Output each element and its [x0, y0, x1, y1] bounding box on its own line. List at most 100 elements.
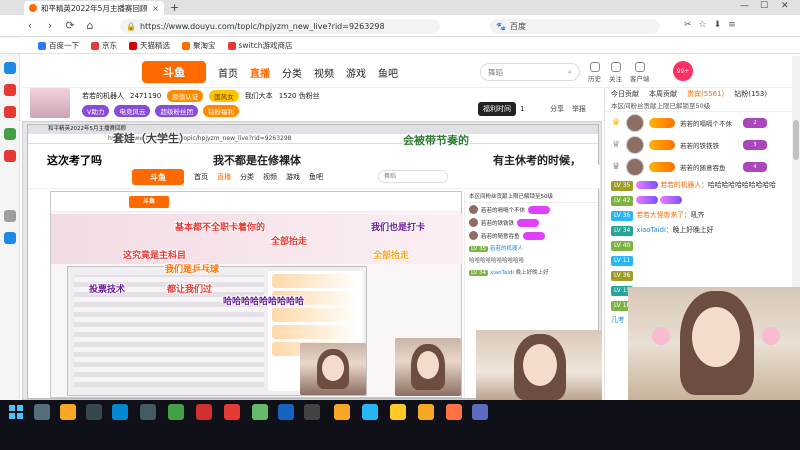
room-thumbnail[interactable]: [30, 88, 70, 118]
nested-chat-line: LV 34 xiaoTaidi 晚上好晚上好: [465, 266, 598, 278]
paw-icon: 🐾: [496, 22, 506, 31]
fan-club-pill[interactable]: 超级粉丝团: [155, 105, 198, 117]
esports-pill[interactable]: 电竞风云: [114, 105, 151, 117]
search-input[interactable]: 舞蹈 ⌕: [480, 63, 580, 81]
chat-username[interactable]: 几考: [611, 316, 625, 324]
address-bar: ‹ › ⟳ ⌂ 🔒 https://www.douyu.com/topic/hp…: [0, 15, 800, 37]
steam-icon[interactable]: [278, 404, 294, 420]
back-button[interactable]: ‹: [24, 19, 36, 32]
weibo-icon[interactable]: [4, 150, 16, 162]
video-icon[interactable]: [4, 106, 16, 118]
benefit-timer[interactable]: 福利时间 1: [478, 102, 524, 116]
apps-icon[interactable]: [4, 128, 16, 140]
rank-row[interactable]: ♛ 若若的随意吞鱼 4: [605, 156, 800, 178]
rank-row[interactable]: ♛ 若若的嗝嗝个不休 2: [605, 112, 800, 134]
webcam-overlay: [628, 287, 800, 400]
unreal-icon[interactable]: [86, 404, 102, 420]
maximize-button[interactable]: ☐: [760, 1, 768, 11]
nav-home[interactable]: 首页: [218, 65, 238, 80]
share-icon[interactable]: [4, 232, 16, 244]
bookmark-icon: [129, 41, 137, 50]
diamond-pill[interactable]: 钻粉福利: [202, 105, 239, 117]
url-field[interactable]: 🔒 https://www.douyu.com/topic/hpjyzm_new…: [120, 19, 440, 34]
history-button[interactable]: 历史: [588, 62, 601, 83]
face-shape: [692, 307, 740, 367]
nested-row: [272, 308, 359, 322]
nav-category[interactable]: 分类: [282, 65, 302, 80]
obs-icon[interactable]: [446, 404, 462, 420]
bookmark-item[interactable]: 天猫精选: [129, 40, 170, 51]
netease-icon[interactable]: [196, 404, 212, 420]
nav-video[interactable]: 视频: [314, 65, 334, 80]
edge-icon[interactable]: [112, 404, 128, 420]
vip-pill[interactable]: V助力: [82, 105, 110, 117]
search-icon[interactable]: ⌕: [568, 67, 572, 77]
level-tag: LV 11: [611, 256, 634, 266]
search-icon[interactable]: [34, 404, 50, 420]
extension-icon[interactable]: ✂: [684, 20, 692, 30]
app-icon[interactable]: [472, 404, 488, 420]
360-icon[interactable]: [252, 404, 268, 420]
folder-icon[interactable]: [390, 404, 406, 420]
history-label: 历史: [588, 75, 601, 83]
rank-badge: [517, 218, 540, 227]
follow-button[interactable]: 关注: [609, 62, 622, 83]
bookmark-item[interactable]: switch游戏商店: [227, 40, 292, 51]
tab-diamond[interactable]: 钻粉(153): [734, 88, 767, 100]
clock-icon[interactable]: [4, 62, 16, 74]
notes-icon[interactable]: [362, 404, 378, 420]
close-tab-icon[interactable]: ×: [152, 4, 159, 13]
avatar[interactable]: 99+: [673, 61, 693, 81]
close-window-button[interactable]: ✕: [781, 1, 789, 11]
settings-icon[interactable]: [4, 210, 16, 222]
download-icon[interactable]: ⬇: [714, 20, 722, 30]
nav-yuba[interactable]: 鱼吧: [378, 65, 398, 80]
nav-live[interactable]: 直播: [250, 65, 270, 80]
bookmark-icon[interactable]: ☆: [699, 20, 707, 30]
menu-icon[interactable]: ≡: [728, 20, 736, 30]
client-button[interactable]: 客户端: [630, 62, 650, 83]
tab-vip[interactable]: 贵宾(5561): [687, 88, 724, 100]
home-button[interactable]: ⌂: [84, 19, 96, 32]
chat-username[interactable]: 若若大怪兽来了: [636, 211, 684, 219]
rank-row[interactable]: ♛ 若若的铁铁铁 3: [605, 134, 800, 156]
url-text: https://www.douyu.com/topic/hpjyzm_new_l…: [139, 22, 385, 31]
toolbar-icons: ✂ ☆ ⬇ ≡: [684, 20, 736, 30]
wechat-icon[interactable]: [168, 404, 184, 420]
left-dock: [0, 0, 20, 400]
scrollbar-thumb[interactable]: [793, 120, 799, 160]
weibo-icon[interactable]: [4, 84, 16, 96]
reload-button[interactable]: ⟳: [64, 19, 76, 32]
browser-tab[interactable]: 和平精英2022年5月主播赛回顾 ×: [24, 1, 164, 15]
game-icon[interactable]: [334, 404, 350, 420]
tab-today[interactable]: 今日贡献: [611, 88, 639, 100]
g-app-icon[interactable]: [304, 404, 320, 420]
tab-week[interactable]: 本周贡献: [649, 88, 677, 100]
anchor-name[interactable]: 若若的机器人: [82, 91, 124, 101]
windows-start-icon[interactable]: [8, 404, 24, 420]
search-engine-box[interactable]: 🐾 百度: [490, 19, 660, 34]
channel-label[interactable]: 我们大本: [245, 91, 273, 101]
new-tab-button[interactable]: +: [170, 1, 179, 14]
chat-username[interactable]: 若若的机器人: [660, 181, 701, 189]
chat-username[interactable]: xiaoTaidi: [636, 226, 666, 234]
avatar: [626, 114, 644, 132]
bookmark-item[interactable]: 聚淘宝: [182, 40, 216, 51]
minimize-button[interactable]: —: [740, 1, 749, 11]
nav-game[interactable]: 游戏: [346, 65, 366, 80]
chrome-icon[interactable]: [224, 404, 240, 420]
forward-button[interactable]: ›: [44, 19, 56, 32]
nested-rank-row: 若若的随意吞鱼: [465, 229, 598, 242]
douyu-favicon-icon: [29, 4, 37, 12]
file-explorer-icon[interactable]: [60, 404, 76, 420]
main-nav: 首页 直播 分类 视频 游戏 鱼吧: [218, 65, 398, 80]
bookmark-item[interactable]: 百度一下: [38, 40, 79, 51]
douyu-app-icon[interactable]: [418, 404, 434, 420]
report-button[interactable]: 举报: [572, 104, 586, 114]
douyu-header: 斗鱼 首页 直播 分类 视频 游戏 鱼吧 舞蹈 ⌕ 历史 关注 客户端 99+: [22, 56, 800, 88]
share-button[interactable]: 分享: [550, 104, 564, 114]
bookmark-item[interactable]: 京东: [91, 40, 117, 51]
timer-label: 福利时间: [478, 102, 516, 116]
douyu-logo[interactable]: 斗鱼: [142, 61, 206, 83]
chat-icon[interactable]: [140, 404, 156, 420]
